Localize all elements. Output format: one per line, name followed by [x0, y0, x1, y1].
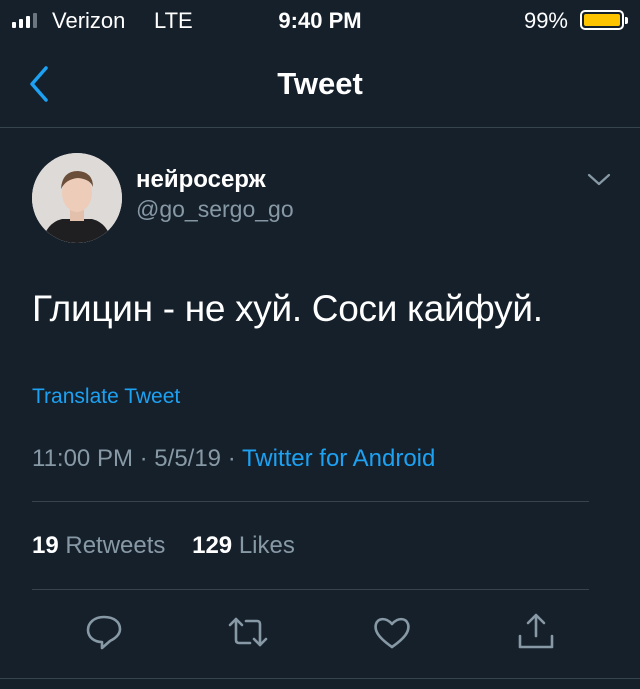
retweet-button[interactable] — [226, 610, 270, 654]
likes-stat[interactable]: 129 Likes — [192, 532, 295, 559]
author-handle[interactable]: @go_sergo_go — [136, 196, 294, 223]
tweet-source-link[interactable]: Twitter for Android — [242, 445, 435, 472]
avatar-image — [32, 153, 122, 243]
meta-separator: · — [139, 445, 148, 472]
tweet-stats: 19 Retweets 129 Likes — [32, 532, 295, 560]
meta-separator: · — [227, 445, 236, 472]
like-button[interactable] — [370, 610, 414, 654]
tweet-date: 5/5/19 — [154, 445, 222, 472]
retweets-label: Retweets — [65, 532, 166, 559]
translate-tweet-link[interactable]: Translate Tweet — [32, 385, 180, 409]
retweet-icon — [228, 617, 268, 647]
divider — [32, 589, 589, 590]
reply-button[interactable] — [82, 610, 126, 654]
more-options-button[interactable] — [584, 170, 614, 190]
like-icon — [374, 617, 410, 649]
tweet-text: Глицин - не хуй. Соси кайфуй. — [32, 288, 543, 329]
retweets-stat[interactable]: 19 Retweets — [32, 532, 165, 559]
page-title: Tweet — [277, 66, 363, 101]
nav-bar: Tweet — [0, 44, 640, 128]
likes-count: 129 — [192, 532, 233, 559]
retweets-count: 19 — [32, 532, 59, 559]
likes-label: Likes — [238, 532, 295, 559]
tweet-time: 11:00 PM — [32, 445, 133, 472]
reply-icon — [86, 615, 122, 650]
battery-icon — [580, 10, 628, 30]
author-name[interactable]: нейросерж — [136, 166, 266, 194]
chevron-down-icon — [587, 173, 611, 186]
bottom-divider — [0, 678, 640, 679]
tweet-metadata: 11:00 PM · 5/5/19 · Twitter for Android — [32, 445, 435, 473]
battery-percent: 99% — [523, 8, 568, 33]
divider — [32, 501, 589, 502]
avatar[interactable] — [32, 153, 122, 243]
share-icon — [518, 613, 554, 649]
share-button[interactable] — [514, 610, 558, 654]
status-bar: Verizon LTE 9:40 PM 99% — [0, 0, 640, 44]
